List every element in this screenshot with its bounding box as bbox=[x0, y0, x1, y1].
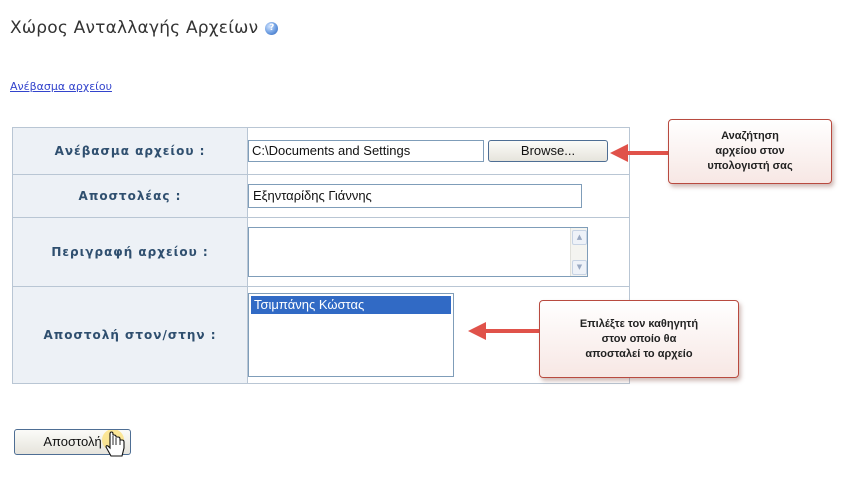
recipient-label: Αποστολή στον/στην : bbox=[12, 286, 248, 384]
callout-recipient: Επιλέξτε τον καθηγητή στον οποίο θα αποσ… bbox=[539, 300, 739, 378]
callout-browse-line: υπολογιστή σας bbox=[707, 160, 793, 172]
description-scrollbar[interactable]: ▲ ▼ bbox=[570, 228, 587, 276]
hand-cursor-icon bbox=[102, 430, 125, 457]
page-title-text: Χώρος Ανταλλαγής Αρχείων bbox=[10, 18, 259, 38]
file-picker: C:\Documents and Settings Browse... bbox=[248, 140, 629, 162]
sender-label: Αποστολέας : bbox=[12, 174, 248, 218]
file-path-input[interactable]: C:\Documents and Settings bbox=[248, 140, 484, 162]
callout-recipient-line: αποσταλεί το αρχείο bbox=[585, 347, 693, 360]
callout-browse-line: Αναζήτηση bbox=[721, 130, 779, 142]
page-title: Χώρος Ανταλλαγής Αρχείων ? bbox=[10, 18, 279, 38]
browse-button[interactable]: Browse... bbox=[488, 140, 608, 162]
sender-input[interactable]: Εξηνταρίδης Γιάννης bbox=[248, 184, 582, 208]
scroll-down-icon[interactable]: ▼ bbox=[572, 260, 587, 275]
upload-form: Ανέβασμα αρχείου : C:\Documents and Sett… bbox=[12, 127, 630, 384]
form-row-description: Περιγραφή αρχείου : ▲ ▼ bbox=[12, 217, 630, 287]
recipient-listbox[interactable]: Τσιμπάνης Κώστας bbox=[248, 293, 454, 377]
callout-arrow-recipient bbox=[468, 322, 542, 340]
description-textarea[interactable]: ▲ ▼ bbox=[248, 227, 588, 277]
description-label: Περιγραφή αρχείου : bbox=[12, 217, 248, 287]
callout-recipient-line: Επιλέξτε τον καθηγητή bbox=[579, 317, 699, 330]
recipient-option[interactable]: Τσιμπάνης Κώστας bbox=[251, 296, 451, 314]
form-row-sender: Αποστολέας : Εξηνταρίδης Γιάννης bbox=[12, 174, 630, 218]
callout-recipient-line: στον οποίο θα bbox=[601, 332, 677, 345]
callout-browse-line: αρχείου στον bbox=[715, 145, 785, 157]
callout-browse: Αναζήτηση αρχείου στον υπολογιστή σας bbox=[668, 119, 832, 184]
form-row-file: Ανέβασμα αρχείου : C:\Documents and Sett… bbox=[12, 127, 630, 175]
help-icon[interactable]: ? bbox=[265, 21, 279, 35]
callout-arrow-browse bbox=[610, 144, 672, 162]
upload-file-link[interactable]: Ανέβασμα αρχείου bbox=[10, 80, 112, 93]
scroll-up-icon[interactable]: ▲ bbox=[572, 230, 587, 245]
file-label: Ανέβασμα αρχείου : bbox=[12, 127, 248, 175]
